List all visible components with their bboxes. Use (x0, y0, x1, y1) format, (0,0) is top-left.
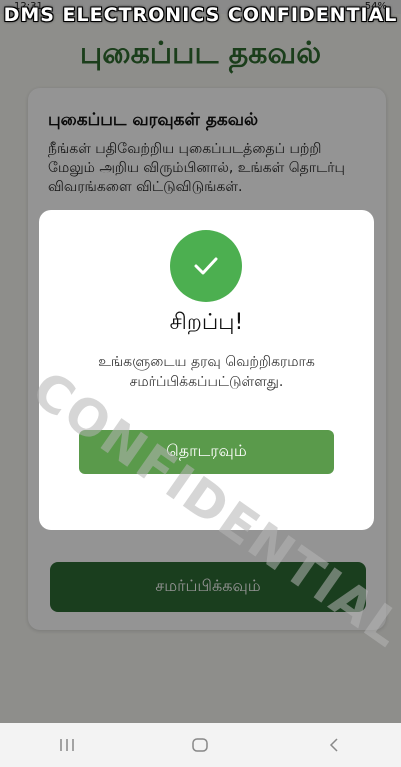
continue-button[interactable]: தொடரவும் (79, 430, 334, 474)
app-screen: 12:31 54% புகைப்பட தகவல் புகைப்பட வரவுகள… (0, 0, 401, 767)
back-icon[interactable] (304, 723, 364, 767)
dialog-title: சிறப்பு! (169, 310, 244, 335)
confidential-banner: DMS ELECTRONICS CONFIDENTIAL (3, 4, 398, 26)
success-check-icon (170, 230, 242, 302)
navigation-bar (0, 723, 401, 767)
recent-apps-icon[interactable] (37, 723, 97, 767)
success-dialog: சிறப்பு! உங்களுடைய தரவு வெற்றிகரமாக சமர்… (39, 210, 374, 530)
home-icon[interactable] (170, 723, 230, 767)
dialog-message: உங்களுடைய தரவு வெற்றிகரமாக சமர்ப்பிக்கப்… (98, 354, 315, 390)
